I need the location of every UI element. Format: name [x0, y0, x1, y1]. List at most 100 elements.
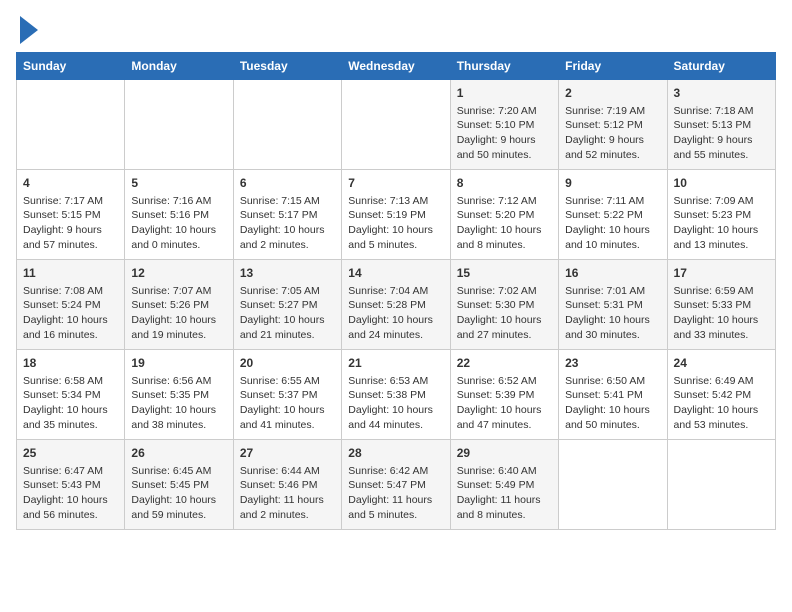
calendar-cell: 26 Sunrise: 6:45 AM Sunset: 5:45 PM Dayli… [125, 440, 233, 530]
calendar-cell [342, 80, 450, 170]
day-info: Sunrise: 7:01 AM Sunset: 5:31 PM Dayligh… [565, 284, 660, 343]
calendar-cell: 25 Sunrise: 6:47 AM Sunset: 5:43 PM Dayli… [17, 440, 125, 530]
day-info: Sunrise: 7:08 AM Sunset: 5:24 PM Dayligh… [23, 284, 118, 343]
col-header-sunday: Sunday [17, 53, 125, 80]
day-number: 15 [457, 265, 552, 282]
calendar-cell [125, 80, 233, 170]
day-info: Sunrise: 7:18 AM Sunset: 5:13 PM Dayligh… [674, 104, 769, 163]
calendar-cell: 1 Sunrise: 7:20 AM Sunset: 5:10 PM Daylig… [450, 80, 558, 170]
day-number: 17 [674, 265, 769, 282]
calendar-cell: 17 Sunrise: 6:59 AM Sunset: 5:33 PM Dayli… [667, 260, 775, 350]
day-info: Sunrise: 6:53 AM Sunset: 5:38 PM Dayligh… [348, 374, 443, 433]
calendar-cell: 24 Sunrise: 6:49 AM Sunset: 5:42 PM Dayli… [667, 350, 775, 440]
day-info: Sunrise: 6:45 AM Sunset: 5:45 PM Dayligh… [131, 464, 226, 523]
calendar-cell [559, 440, 667, 530]
col-header-tuesday: Tuesday [233, 53, 341, 80]
day-info: Sunrise: 7:05 AM Sunset: 5:27 PM Dayligh… [240, 284, 335, 343]
calendar-week-row: 25 Sunrise: 6:47 AM Sunset: 5:43 PM Dayli… [17, 440, 776, 530]
day-info: Sunrise: 7:02 AM Sunset: 5:30 PM Dayligh… [457, 284, 552, 343]
day-number: 21 [348, 355, 443, 372]
calendar-cell: 28 Sunrise: 6:42 AM Sunset: 5:47 PM Dayli… [342, 440, 450, 530]
day-info: Sunrise: 7:16 AM Sunset: 5:16 PM Dayligh… [131, 194, 226, 253]
day-info: Sunrise: 6:47 AM Sunset: 5:43 PM Dayligh… [23, 464, 118, 523]
calendar-cell: 7 Sunrise: 7:13 AM Sunset: 5:19 PM Daylig… [342, 170, 450, 260]
calendar-cell: 8 Sunrise: 7:12 AM Sunset: 5:20 PM Daylig… [450, 170, 558, 260]
calendar-cell [233, 80, 341, 170]
day-info: Sunrise: 6:58 AM Sunset: 5:34 PM Dayligh… [23, 374, 118, 433]
day-info: Sunrise: 6:42 AM Sunset: 5:47 PM Dayligh… [348, 464, 443, 523]
calendar-cell: 5 Sunrise: 7:16 AM Sunset: 5:16 PM Daylig… [125, 170, 233, 260]
day-number: 6 [240, 175, 335, 192]
calendar-cell: 21 Sunrise: 6:53 AM Sunset: 5:38 PM Dayli… [342, 350, 450, 440]
calendar-cell [17, 80, 125, 170]
col-header-monday: Monday [125, 53, 233, 80]
calendar-cell: 18 Sunrise: 6:58 AM Sunset: 5:34 PM Dayli… [17, 350, 125, 440]
day-info: Sunrise: 6:44 AM Sunset: 5:46 PM Dayligh… [240, 464, 335, 523]
day-number: 26 [131, 445, 226, 462]
calendar-cell: 12 Sunrise: 7:07 AM Sunset: 5:26 PM Dayli… [125, 260, 233, 350]
page-header [16, 16, 776, 44]
day-info: Sunrise: 7:07 AM Sunset: 5:26 PM Dayligh… [131, 284, 226, 343]
day-info: Sunrise: 7:19 AM Sunset: 5:12 PM Dayligh… [565, 104, 660, 163]
day-info: Sunrise: 7:11 AM Sunset: 5:22 PM Dayligh… [565, 194, 660, 253]
calendar-cell: 3Sunrise: 7:18 AM Sunset: 5:13 PM Daylig… [667, 80, 775, 170]
day-info: Sunrise: 7:17 AM Sunset: 5:15 PM Dayligh… [23, 194, 118, 253]
col-header-friday: Friday [559, 53, 667, 80]
day-number: 13 [240, 265, 335, 282]
day-number: 16 [565, 265, 660, 282]
col-header-wednesday: Wednesday [342, 53, 450, 80]
day-number: 5 [131, 175, 226, 192]
calendar-week-row: 4 Sunrise: 7:17 AM Sunset: 5:15 PM Daylig… [17, 170, 776, 260]
day-number: 22 [457, 355, 552, 372]
calendar-week-row: 18 Sunrise: 6:58 AM Sunset: 5:34 PM Dayli… [17, 350, 776, 440]
calendar-cell: 11 Sunrise: 7:08 AM Sunset: 5:24 PM Dayli… [17, 260, 125, 350]
day-info: Sunrise: 7:12 AM Sunset: 5:20 PM Dayligh… [457, 194, 552, 253]
calendar-cell: 4 Sunrise: 7:17 AM Sunset: 5:15 PM Daylig… [17, 170, 125, 260]
calendar-cell: 27 Sunrise: 6:44 AM Sunset: 5:46 PM Dayli… [233, 440, 341, 530]
calendar-cell: 6 Sunrise: 7:15 AM Sunset: 5:17 PM Daylig… [233, 170, 341, 260]
calendar-cell: 16 Sunrise: 7:01 AM Sunset: 5:31 PM Dayli… [559, 260, 667, 350]
day-number: 28 [348, 445, 443, 462]
col-header-saturday: Saturday [667, 53, 775, 80]
day-info: Sunrise: 6:59 AM Sunset: 5:33 PM Dayligh… [674, 284, 769, 343]
day-number: 7 [348, 175, 443, 192]
day-info: Sunrise: 7:15 AM Sunset: 5:17 PM Dayligh… [240, 194, 335, 253]
calendar-table: SundayMondayTuesdayWednesdayThursdayFrid… [16, 52, 776, 530]
calendar-week-row: 1 Sunrise: 7:20 AM Sunset: 5:10 PM Daylig… [17, 80, 776, 170]
day-number: 8 [457, 175, 552, 192]
day-number: 19 [131, 355, 226, 372]
day-number: 29 [457, 445, 552, 462]
calendar-cell: 9 Sunrise: 7:11 AM Sunset: 5:22 PM Daylig… [559, 170, 667, 260]
day-number: 24 [674, 355, 769, 372]
day-info: Sunrise: 7:20 AM Sunset: 5:10 PM Dayligh… [457, 104, 552, 163]
calendar-cell: 20Sunrise: 6:55 AM Sunset: 5:37 PM Dayli… [233, 350, 341, 440]
day-number: 4 [23, 175, 118, 192]
calendar-cell: 13 Sunrise: 7:05 AM Sunset: 5:27 PM Dayli… [233, 260, 341, 350]
day-number: 11 [23, 265, 118, 282]
day-info: Sunrise: 6:55 AM Sunset: 5:37 PM Dayligh… [240, 374, 335, 433]
day-number: 12 [131, 265, 226, 282]
day-info: Sunrise: 7:13 AM Sunset: 5:19 PM Dayligh… [348, 194, 443, 253]
day-number: 10 [674, 175, 769, 192]
col-header-thursday: Thursday [450, 53, 558, 80]
calendar-week-row: 11 Sunrise: 7:08 AM Sunset: 5:24 PM Dayli… [17, 260, 776, 350]
day-number: 27 [240, 445, 335, 462]
day-number: 2 [565, 85, 660, 102]
day-number: 14 [348, 265, 443, 282]
day-number: 1 [457, 85, 552, 102]
calendar-cell: 2 Sunrise: 7:19 AM Sunset: 5:12 PM Daylig… [559, 80, 667, 170]
day-number: 23 [565, 355, 660, 372]
calendar-cell: 29 Sunrise: 6:40 AM Sunset: 5:49 PM Dayli… [450, 440, 558, 530]
day-info: Sunrise: 6:40 AM Sunset: 5:49 PM Dayligh… [457, 464, 552, 523]
day-number: 25 [23, 445, 118, 462]
day-info: Sunrise: 6:56 AM Sunset: 5:35 PM Dayligh… [131, 374, 226, 433]
day-info: Sunrise: 6:50 AM Sunset: 5:41 PM Dayligh… [565, 374, 660, 433]
calendar-cell: 23 Sunrise: 6:50 AM Sunset: 5:41 PM Dayli… [559, 350, 667, 440]
logo-arrow-icon [20, 16, 38, 44]
day-info: Sunrise: 6:52 AM Sunset: 5:39 PM Dayligh… [457, 374, 552, 433]
day-info: Sunrise: 6:49 AM Sunset: 5:42 PM Dayligh… [674, 374, 769, 433]
calendar-cell: 14Sunrise: 7:04 AM Sunset: 5:28 PM Dayli… [342, 260, 450, 350]
calendar-header-row: SundayMondayTuesdayWednesdayThursdayFrid… [17, 53, 776, 80]
day-number: 9 [565, 175, 660, 192]
day-number: 18 [23, 355, 118, 372]
